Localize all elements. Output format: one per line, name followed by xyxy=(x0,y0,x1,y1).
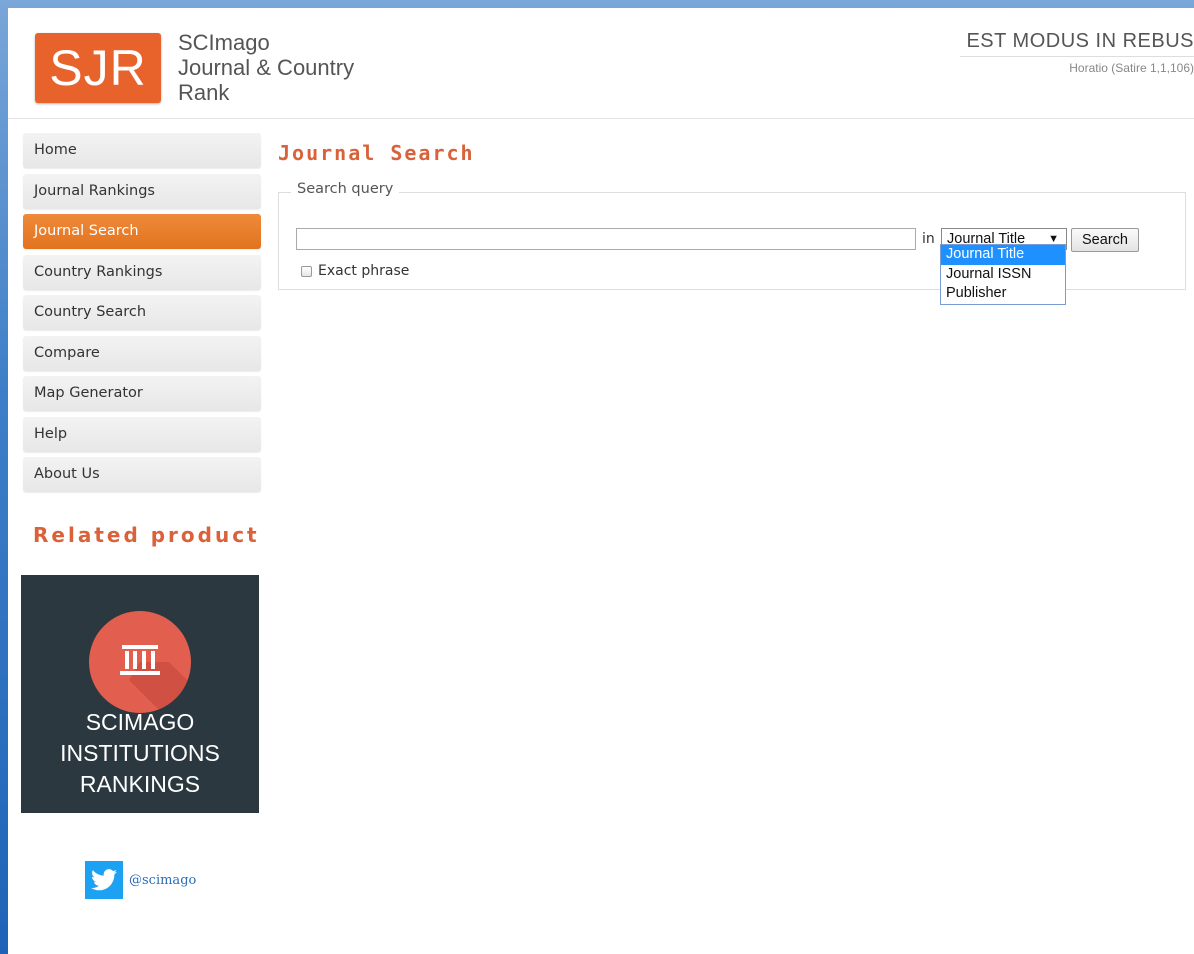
search-field-dropdown: Journal Title Journal ISSN Publisher xyxy=(940,244,1066,305)
promo-line1: SCIMAGO xyxy=(85,709,195,735)
sidebar-nav: Home Journal Rankings Journal Search Cou… xyxy=(23,133,261,498)
dropdown-option-journal-title[interactable]: Journal Title xyxy=(941,245,1065,265)
sjr-logo[interactable]: SJR xyxy=(35,33,161,103)
twitter-handle[interactable]: @scimago xyxy=(129,873,196,888)
sidebar-item-journal-rankings[interactable]: Journal Rankings xyxy=(23,173,261,209)
site-name-line1: SCImago xyxy=(178,30,270,55)
sidebar-item-map-generator[interactable]: Map Generator xyxy=(23,376,261,411)
promo-line3: RANKINGS xyxy=(79,771,201,797)
sidebar-item-about-us[interactable]: About Us xyxy=(23,457,261,492)
dropdown-option-publisher[interactable]: Publisher xyxy=(941,284,1065,304)
in-label: in xyxy=(922,231,935,247)
site-name-line2: Journal & Country xyxy=(178,55,355,80)
dropdown-option-journal-issn[interactable]: Journal ISSN xyxy=(941,265,1065,285)
exact-phrase-option: Exact phrase xyxy=(301,263,409,279)
search-input[interactable] xyxy=(296,228,916,250)
twitter-link[interactable]: @scimago xyxy=(85,861,196,899)
sidebar-item-help[interactable]: Help xyxy=(23,416,261,452)
motto-source: Horatio (Satire 1,1,106) xyxy=(1069,61,1194,75)
search-query-legend: Search query xyxy=(291,181,400,197)
header: SJR SCImago Journal & Country Rank EST M… xyxy=(8,8,1194,119)
exact-phrase-checkbox[interactable] xyxy=(301,265,312,277)
sidebar-item-journal-search[interactable]: Journal Search xyxy=(23,214,261,249)
sidebar-item-compare[interactable]: Compare xyxy=(23,335,261,371)
sidebar-item-country-rankings[interactable]: Country Rankings xyxy=(23,254,261,290)
promo-text: SCIMAGO INSTITUTIONS RANKINGS xyxy=(21,707,259,800)
motto-title: EST MODUS IN REBUS xyxy=(960,30,1194,57)
sidebar-item-home[interactable]: Home xyxy=(23,133,261,168)
site-name-line3: Rank xyxy=(178,80,230,105)
institution-icon xyxy=(89,611,191,713)
site-name[interactable]: SCImago Journal & Country Rank xyxy=(178,30,354,105)
promo-line2: INSTITUTIONS xyxy=(60,740,220,766)
search-button[interactable]: Search xyxy=(1071,228,1139,252)
related-product-title: Related product xyxy=(33,523,260,547)
page: SJR SCImago Journal & Country Rank EST M… xyxy=(8,8,1194,954)
sidebar-item-country-search[interactable]: Country Search xyxy=(23,295,261,330)
scimago-institutions-banner[interactable]: SCIMAGO INSTITUTIONS RANKINGS xyxy=(21,575,259,813)
motto: EST MODUS IN REBUS Horatio (Satire 1,1,1… xyxy=(960,30,1194,75)
exact-phrase-label[interactable]: Exact phrase xyxy=(318,263,409,279)
page-title: Journal Search xyxy=(278,141,475,165)
twitter-icon[interactable] xyxy=(85,861,123,899)
